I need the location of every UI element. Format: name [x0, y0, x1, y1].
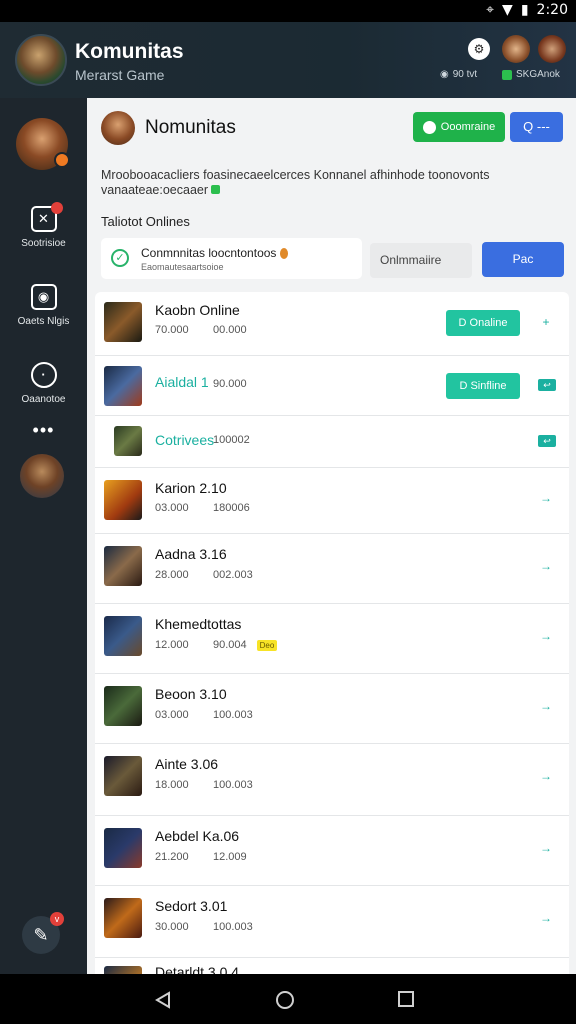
list-item[interactable]: Aebdel Ka.06 21.200 12.009 →	[95, 816, 569, 886]
recents-icon[interactable]	[398, 991, 414, 1007]
header-title: Komunitas	[75, 40, 184, 63]
list-item[interactable]: Cotrivees 100002 ↩	[95, 416, 569, 468]
app-header: Komunitas Merarst Game ⚙ ◉ 90 tvt SKGAno…	[0, 22, 576, 98]
meta-right: SKGAnok	[502, 69, 560, 80]
back-icon[interactable]	[154, 991, 172, 1009]
coin-icon	[279, 248, 288, 260]
join-button[interactable]: Ooomraine	[413, 112, 505, 142]
red-badge	[50, 202, 63, 214]
wifi-icon: ▼	[502, 2, 513, 18]
main-panel: Nomunitas Ooomraine Q --- Mroobooacaclie…	[87, 98, 576, 974]
chat-bubble-icon: ·	[30, 362, 57, 388]
sidebar-item-1[interactable]: ✕ Sootrisioe	[0, 202, 87, 249]
x-icon: ✕	[30, 202, 63, 232]
online-button[interactable]: D Sinfline	[446, 373, 520, 399]
list-item[interactable]: Aadna 3.16 28.000 002.003 →	[95, 534, 569, 604]
arrow-right-icon[interactable]: →	[538, 768, 554, 784]
user-avatar-2[interactable]	[538, 35, 566, 63]
settings-icon[interactable]: ⚙	[468, 38, 490, 60]
sidebar-item-2[interactable]: ◉ Oaets Nlgis	[0, 284, 87, 327]
online-filter-field[interactable]: Onlmmaiire	[370, 243, 472, 278]
game-thumbnail	[104, 302, 142, 342]
search-input[interactable]: ✓ Conmnnitas loocntontoos Eaomautesaarts…	[101, 238, 362, 279]
list-item[interactable]: Detarldt 3.0 4	[95, 958, 569, 974]
game-thumbnail	[104, 546, 142, 586]
camera-icon: ◉	[30, 284, 57, 310]
meta-left: ◉ 90 tvt	[440, 69, 478, 80]
community-avatar[interactable]	[15, 34, 67, 86]
arrow-right-icon[interactable]: →	[538, 628, 554, 644]
main-title: Nomunitas	[145, 117, 236, 138]
game-thumbnail	[104, 616, 142, 656]
sidebar-avatar-2[interactable]	[20, 454, 64, 498]
arrow-right-icon[interactable]: →	[538, 840, 554, 856]
game-thumbnail	[104, 756, 142, 796]
status-time: 2:20	[536, 2, 568, 18]
return-icon[interactable]: ↩	[538, 435, 556, 447]
home-icon[interactable]	[276, 991, 294, 1009]
community-description: Mroobooacacliers foasinecaeelcerces Konn…	[101, 168, 490, 197]
sidebar-avatar[interactable]	[16, 118, 70, 170]
sidebar: ✕ Sootrisioe ◉ Oaets Nlgis · Oaanotoe ••…	[0, 98, 87, 974]
list-item[interactable]: Karion 2.10 03.000 180006 →	[95, 468, 569, 534]
sidebar-item-3[interactable]: · Oaanotoe	[0, 362, 87, 405]
submit-button[interactable]: Pac	[482, 242, 564, 277]
user-avatar-1[interactable]	[502, 35, 530, 63]
arrow-right-icon[interactable]: →	[538, 558, 554, 574]
list-item[interactable]: Aialdal 1 90.000 D Sinfline ↩	[95, 356, 569, 416]
green-dot-icon	[211, 185, 221, 194]
game-thumbnail	[104, 898, 142, 938]
list-item[interactable]: Ainte 3.06 18.000 100.003 →	[95, 744, 569, 816]
plus-icon[interactable]: +	[538, 314, 554, 330]
arrow-right-icon[interactable]: →	[538, 910, 554, 926]
arrow-right-icon[interactable]: →	[538, 698, 554, 714]
game-list: Kaobn Online 70.000 00.000 D Onaline + A…	[95, 292, 569, 974]
fab-button[interactable]: ✎ v	[22, 912, 64, 954]
game-thumbnail	[104, 480, 142, 520]
list-item[interactable]: Sedort 3.01 30.000 100.003 →	[95, 886, 569, 958]
system-nav-bar	[0, 974, 576, 1024]
game-thumbnail	[104, 828, 142, 868]
status-badge: Deo	[256, 639, 278, 651]
search-button[interactable]: Q ---	[510, 112, 563, 142]
eye-icon: ◉	[440, 69, 449, 80]
more-icon[interactable]: •••	[0, 420, 87, 441]
section-label: Taliotot Onlines	[101, 214, 190, 229]
check-icon: ✓	[111, 249, 129, 267]
notification-badge	[54, 152, 70, 168]
status-bar: ⌖ ▼ ▮ 2:20	[0, 0, 576, 22]
main-avatar[interactable]	[101, 111, 135, 145]
check-circle-icon	[422, 120, 436, 134]
online-button[interactable]: D Onaline	[446, 310, 520, 336]
nfc-icon: ⌖	[486, 2, 495, 18]
list-item[interactable]: Beoon 3.10 03.000 100.003 →	[95, 674, 569, 744]
return-icon[interactable]: ↩	[538, 379, 556, 391]
list-item[interactable]: Kaobn Online 70.000 00.000 D Onaline +	[95, 292, 569, 356]
header-subtitle: Merarst Game	[75, 67, 165, 83]
arrow-right-icon[interactable]: →	[538, 490, 554, 506]
list-item[interactable]: Khemedtottas 12.000 90.004 Deo →	[95, 604, 569, 674]
green-status-icon	[502, 69, 512, 80]
fab-badge: v	[50, 912, 64, 926]
game-thumbnail	[104, 366, 142, 406]
game-thumbnail	[114, 426, 142, 456]
game-thumbnail	[104, 966, 142, 974]
battery-icon: ▮	[520, 2, 529, 18]
game-thumbnail	[104, 686, 142, 726]
